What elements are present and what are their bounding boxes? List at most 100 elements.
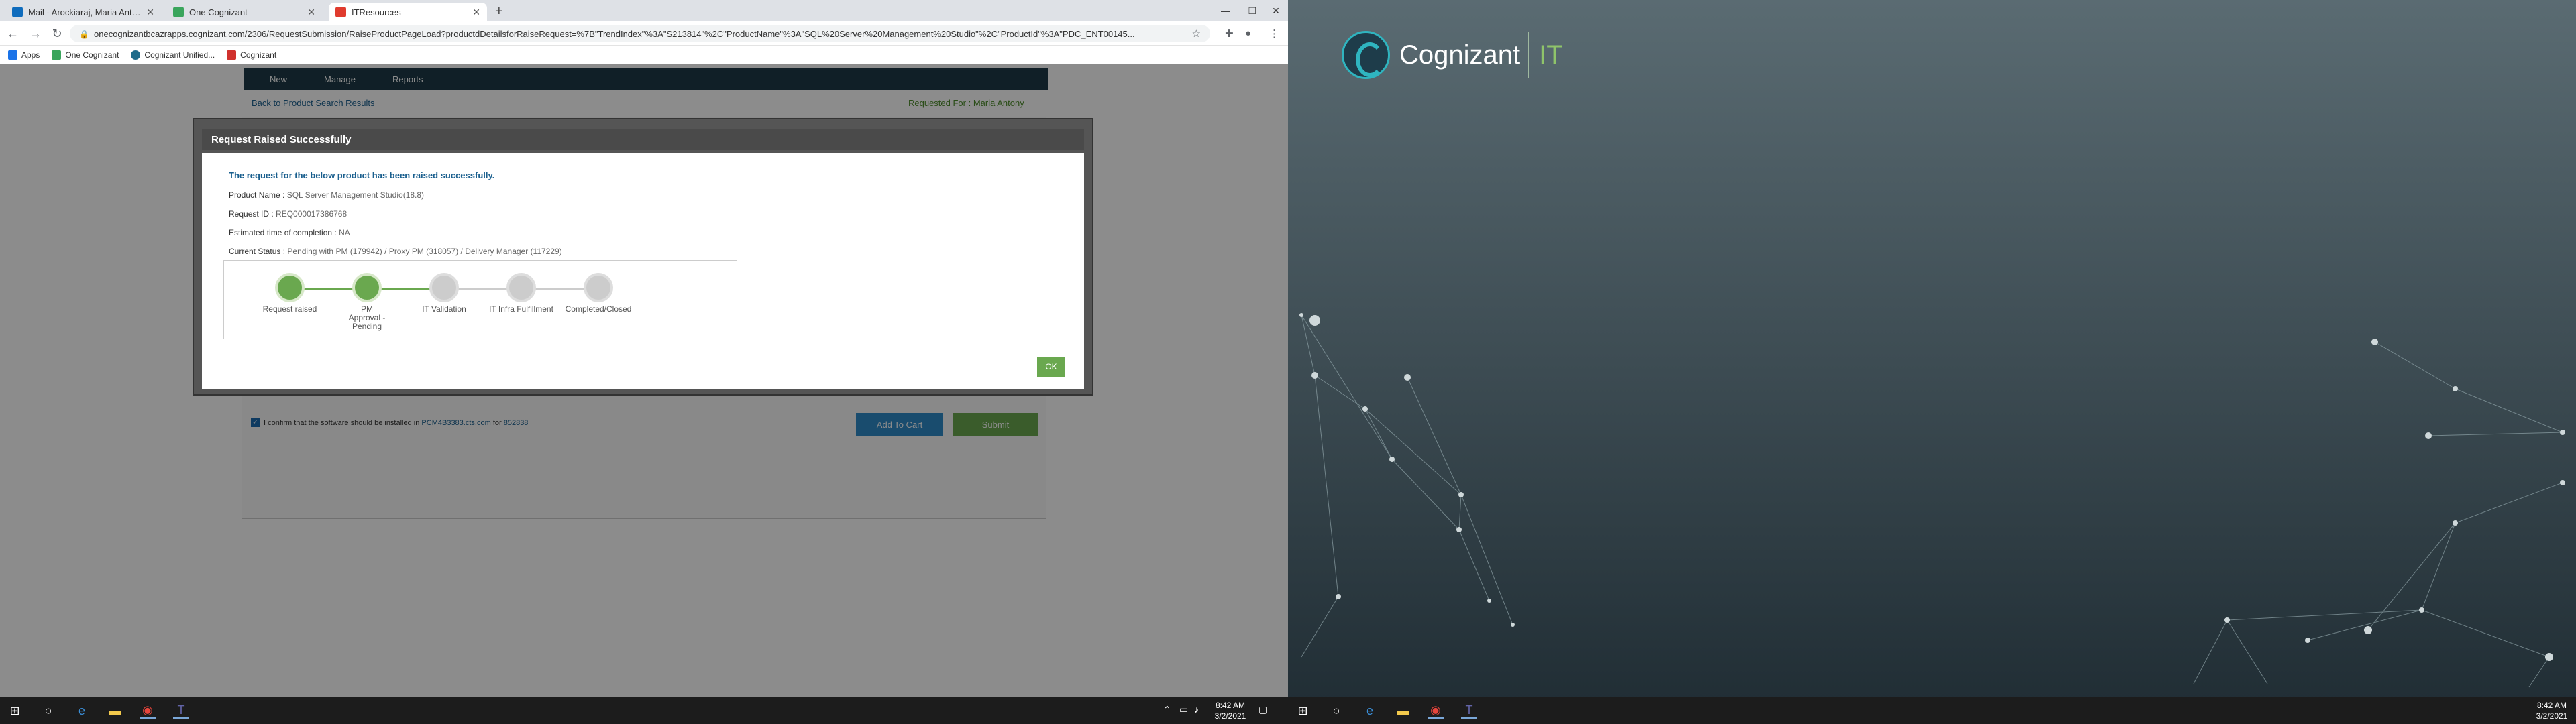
system-clock[interactable]: 8:42 AM 3/2/2021 [2532, 700, 2572, 721]
search-icon[interactable]: ○ [40, 703, 56, 719]
step-complete-icon [352, 273, 382, 302]
request-progress-tracker: Request raised PM Approval -Pending IT V… [223, 260, 737, 339]
dialog-body: The request for the below product has be… [202, 153, 1084, 389]
taskbar-left: ⊞ ○ e ▬ ◉ T ⌃ ▭ ♪ 8:42 AM 3/2/2021 ▢ [0, 697, 1288, 724]
cognizant-icon [227, 50, 237, 60]
tab-itresources-label: ITResources [352, 7, 401, 17]
step-it-validation: IT Validation [404, 273, 484, 314]
eta-label: Estimated time of completion : [229, 228, 337, 237]
reload-icon[interactable]: ↻ [50, 27, 64, 41]
request-id-value: REQ000017386768 [276, 209, 347, 219]
step-label: IT Validation [422, 304, 466, 314]
network-icon[interactable]: ▭ [1179, 704, 1188, 715]
status-label: Current Status : [229, 247, 286, 256]
step-it-infra: IT Infra Fulfillment [481, 273, 561, 314]
product-name-label: Product Name : [229, 190, 285, 200]
product-name-row: Product Name : SQL Server Management Stu… [229, 190, 424, 200]
teams-icon[interactable]: T [173, 703, 189, 719]
step-complete-icon [275, 273, 305, 302]
product-name-value: SQL Server Management Studio(18.8) [286, 190, 425, 200]
tab-mail-label: Mail - Arockiaraj, Maria Antony [28, 7, 143, 17]
clock-time: 8:42 AM [1215, 701, 1246, 710]
menu-icon[interactable]: ⋮ [1269, 27, 1279, 40]
notifications-icon[interactable]: ▢ [1258, 704, 1267, 715]
close-icon[interactable]: ✕ [146, 7, 154, 18]
step-pending-icon [584, 273, 613, 302]
success-message: The request for the below product has be… [229, 170, 495, 180]
profile-icon[interactable]: ● [1245, 27, 1251, 39]
step-pending-icon [506, 273, 536, 302]
cognizant-it-logo: Cognizant IT [1342, 31, 1563, 79]
apps-grid-icon [8, 50, 17, 60]
one-cognizant-icon [52, 50, 62, 60]
left-monitor: Mail - Arockiaraj, Maria Antony ✕ One Co… [0, 0, 1288, 724]
restore-button[interactable]: ❐ [1241, 0, 1264, 21]
dialog-title: Request Raised Successfully [202, 129, 1084, 150]
tab-one-cognizant-label: One Cognizant [189, 7, 248, 17]
bookmark-one-cognizant[interactable]: One Cognizant [52, 50, 119, 60]
bookmark-apps[interactable]: Apps [8, 50, 40, 60]
close-window-button[interactable]: ✕ [1264, 0, 1288, 21]
cognizant-logo-icon [1342, 31, 1390, 79]
request-id-label: Request ID : [229, 209, 274, 219]
bookmark-cognizant-unified[interactable]: Cognizant Unified... [131, 50, 215, 60]
system-clock[interactable]: 8:42 AM 3/2/2021 [1210, 700, 1250, 721]
clock-date: 3/2/2021 [1214, 711, 1246, 721]
url-text: onecognizantbcazrapps.cognizant.com/2306… [94, 28, 1135, 39]
bookmark-apps-label: Apps [21, 50, 40, 60]
file-explorer-icon[interactable]: ▬ [107, 703, 123, 719]
minimize-button[interactable]: — [1210, 0, 1241, 21]
taskbar-right: ⊞ ○ e ▬ ◉ T 8:42 AM 3/2/2021 [1288, 697, 2576, 724]
step-label: Completed/Closed [565, 304, 632, 314]
close-icon[interactable]: ✕ [307, 7, 315, 18]
eta-row: Estimated time of completion : NA [229, 228, 350, 237]
browser-toolbar: ← → ↻ 🔒 onecognizantbcazrapps.cognizant.… [0, 21, 1288, 46]
one-cognizant-icon [173, 7, 184, 17]
step-label: Request raised [262, 304, 317, 314]
ok-button[interactable]: OK [1037, 357, 1065, 377]
file-explorer-icon[interactable]: ▬ [1395, 703, 1411, 719]
search-icon[interactable]: ○ [1328, 703, 1344, 719]
bookmarks-bar: Apps One Cognizant Cognizant Unified... … [0, 46, 1288, 64]
star-icon[interactable]: ☆ [1192, 27, 1201, 40]
status-value: Pending with PM (179942) / Proxy PM (318… [287, 247, 562, 256]
new-tab-button[interactable]: + [495, 4, 503, 19]
step-label: IT Infra Fulfillment [489, 304, 553, 314]
address-bar[interactable]: 🔒 onecognizantbcazrapps.cognizant.com/23… [70, 25, 1210, 42]
tab-mail[interactable]: Mail - Arockiaraj, Maria Antony ✕ [5, 3, 161, 21]
teams-icon[interactable]: T [1461, 703, 1477, 719]
bookmark-cognizant-label: Cognizant [240, 50, 277, 60]
chrome-icon[interactable]: ◉ [1428, 703, 1444, 719]
right-monitor-desktop: Cognizant IT ⊞ ○ e ▬ ◉ T 8:42 AM 3/2/202… [1288, 0, 2576, 724]
step-completed: Completed/Closed [558, 273, 639, 314]
clock-time: 8:42 AM [2536, 701, 2567, 710]
bookmark-one-cognizant-label: One Cognizant [65, 50, 119, 60]
browser-tab-strip: Mail - Arockiaraj, Maria Antony ✕ One Co… [0, 0, 1288, 21]
close-icon[interactable]: ✕ [472, 7, 480, 18]
brand-suffix: IT [1539, 40, 1563, 70]
itresources-icon [335, 7, 346, 17]
brand-name: Cognizant [1399, 40, 1521, 70]
status-row: Current Status : Pending with PM (179942… [229, 247, 562, 256]
edge-icon[interactable]: e [74, 703, 90, 719]
tab-one-cognizant[interactable]: One Cognizant ✕ [166, 3, 322, 21]
windows-start-icon[interactable]: ⊞ [1295, 703, 1311, 719]
forward-arrow-icon[interactable]: → [28, 27, 43, 41]
edge-icon[interactable]: e [1362, 703, 1378, 719]
tab-itresources[interactable]: ITResources ✕ [329, 3, 487, 21]
windows-start-icon[interactable]: ⊞ [7, 703, 23, 719]
volume-icon[interactable]: ♪ [1194, 704, 1199, 715]
back-arrow-icon[interactable]: ← [5, 27, 20, 41]
clock-date: 3/2/2021 [2536, 711, 2568, 721]
step-pm-approval: PM Approval -Pending [327, 273, 407, 331]
extensions-icon[interactable]: ✚ [1225, 27, 1234, 40]
chrome-icon[interactable]: ◉ [140, 703, 156, 719]
logo-divider [1528, 32, 1530, 78]
step-label: PM Approval -Pending [348, 304, 386, 331]
bookmark-cognizant[interactable]: Cognizant [227, 50, 276, 60]
step-pending-icon [429, 273, 459, 302]
lock-icon: 🔒 [79, 29, 89, 39]
step-request-raised: Request raised [250, 273, 330, 314]
eta-value: NA [339, 228, 350, 237]
chevron-up-icon[interactable]: ⌃ [1163, 704, 1171, 715]
